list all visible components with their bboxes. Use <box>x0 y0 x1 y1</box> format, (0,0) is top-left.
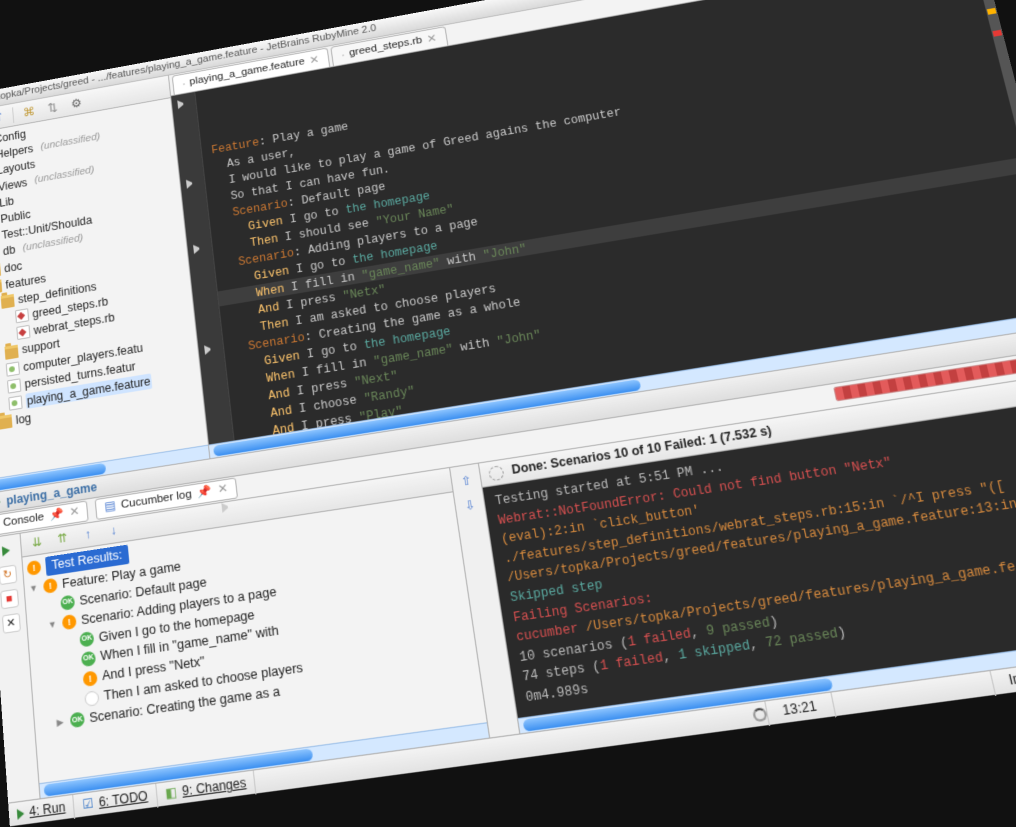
run-gutter-icon[interactable] <box>221 501 232 513</box>
test-status-icon <box>70 712 85 729</box>
run-gutter-icon[interactable] <box>193 243 204 254</box>
feature-icon <box>7 378 21 393</box>
rerun-icon[interactable] <box>0 541 15 562</box>
folder-icon <box>0 263 1 278</box>
folder-icon <box>0 279 2 294</box>
flatten-icon[interactable]: ⌘ <box>20 103 38 121</box>
warn-icon <box>27 560 42 576</box>
ide-window: /Users/topka/Projects/greed - .../featur… <box>0 0 1016 826</box>
test-status-icon <box>81 650 96 667</box>
close-icon[interactable]: ✕ <box>1 613 20 634</box>
run-gutter-icon[interactable] <box>186 178 196 189</box>
feature-icon <box>8 395 22 410</box>
feature-icon <box>183 83 185 85</box>
changes-icon: ◧ <box>164 784 177 803</box>
changes-button-label: 9: Changes <box>181 774 247 800</box>
todo-icon: ☑ <box>82 795 94 814</box>
close-icon[interactable]: ✕ <box>426 31 438 47</box>
doc-icon: ▤ <box>104 499 116 516</box>
twisty-icon[interactable] <box>0 388 4 390</box>
folder-icon <box>4 344 18 359</box>
run-button-label: 4: Run <box>29 799 66 821</box>
close-icon[interactable]: ✕ <box>69 504 80 521</box>
play-icon <box>0 497 1 508</box>
twisty-icon[interactable] <box>0 371 2 373</box>
tree-node-label: log <box>15 410 31 428</box>
twisty-icon[interactable] <box>68 680 78 681</box>
separator <box>12 107 14 123</box>
tree-node-label: doc <box>4 258 23 276</box>
expand-icon[interactable]: ⇊ <box>27 532 48 553</box>
twisty-icon[interactable]: ▶ <box>55 716 66 730</box>
close-icon[interactable]: ✕ <box>309 52 320 68</box>
sort-icon[interactable]: ⇅ <box>44 98 62 116</box>
folder-icon <box>0 415 13 430</box>
twisty-icon[interactable] <box>46 605 56 606</box>
tree-node-label: db <box>2 243 15 260</box>
ruby-icon <box>15 308 29 323</box>
test-status-icon <box>79 631 94 647</box>
gear-icon[interactable]: ⚙ <box>67 94 85 112</box>
scroll-up-icon[interactable]: ⇧ <box>456 470 477 491</box>
twisty-icon[interactable] <box>0 405 5 407</box>
ruby-icon <box>342 54 344 56</box>
twisty-icon[interactable] <box>4 334 13 336</box>
play-icon <box>17 808 25 820</box>
ruby-icon <box>16 325 30 340</box>
test-status-icon <box>60 595 75 611</box>
twisty-icon[interactable] <box>66 660 76 661</box>
stop-icon[interactable]: ■ <box>0 589 19 610</box>
twisty-icon[interactable]: ▶ <box>0 348 2 361</box>
test-status-icon <box>43 578 58 594</box>
run-gutter-icon[interactable] <box>204 344 215 355</box>
test-status-icon <box>84 690 99 707</box>
twisty-icon[interactable]: ▼ <box>28 582 39 596</box>
feature-icon <box>6 361 20 376</box>
collapse-icon[interactable]: ⇈ <box>52 528 73 549</box>
collapse-icon[interactable]: ⇵ <box>0 108 6 126</box>
test-status-icon <box>83 670 98 687</box>
next-fail-icon[interactable]: ↓ <box>103 521 124 542</box>
twisty-icon[interactable]: ▼ <box>47 618 58 632</box>
prev-fail-icon[interactable]: ↑ <box>77 524 98 545</box>
twisty-icon[interactable] <box>70 700 80 701</box>
test-status-icon <box>62 614 77 630</box>
close-icon[interactable]: ✕ <box>217 482 228 499</box>
todo-button-label: 6: TODO <box>98 788 148 812</box>
scroll-down-icon[interactable]: ⇩ <box>459 495 480 516</box>
folder-icon <box>1 294 15 309</box>
twisty-icon[interactable] <box>2 318 11 320</box>
pin-icon[interactable]: 📌 <box>49 507 64 524</box>
run-gutter-icon[interactable] <box>177 99 187 109</box>
settings-icon[interactable] <box>488 465 505 481</box>
console-tab-label: Console <box>3 510 45 532</box>
twisty-icon[interactable] <box>65 641 75 642</box>
pin-icon[interactable]: 📌 <box>197 484 213 502</box>
tree-node-label: Lib <box>0 194 15 211</box>
rerun-failed-icon[interactable]: ↻ <box>0 565 17 586</box>
